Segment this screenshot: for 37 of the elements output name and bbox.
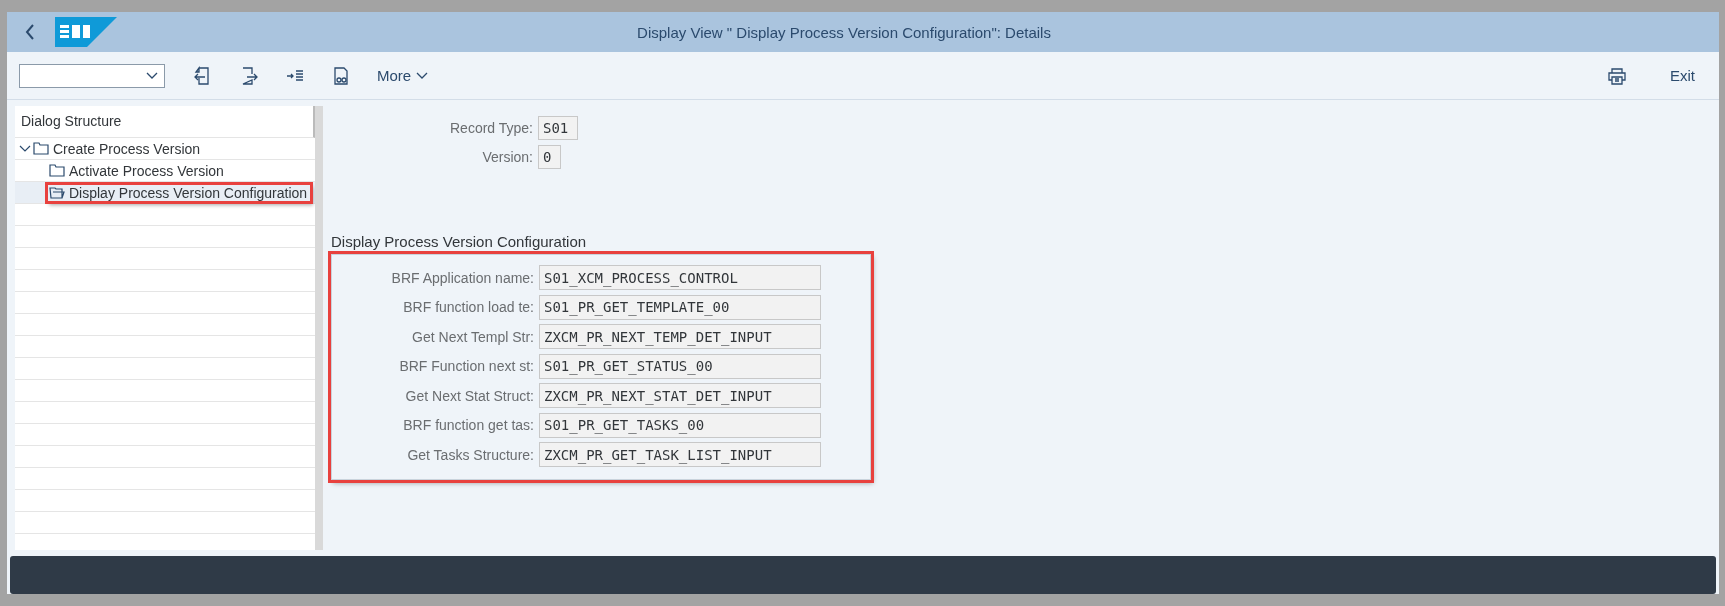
readonly-field[interactable]: S01 (538, 115, 578, 140)
readonly-field[interactable]: ZXCM_PR_NEXT_STAT_DET_INPUT (539, 383, 821, 409)
panel-title: Dialog Structure (15, 106, 315, 138)
folder-icon (33, 142, 49, 155)
field-label: BRF function get tas: (402, 417, 534, 434)
logo-icon (55, 17, 117, 47)
more-button[interactable]: More (371, 63, 435, 88)
field-label: Version: (481, 148, 533, 165)
field-label: Record Type: (449, 119, 533, 136)
caret-icon (146, 71, 158, 80)
readonly-field[interactable]: S01_PR_GET_TEMPLATE_00 (539, 294, 821, 320)
chevron-down-icon[interactable] (19, 143, 31, 154)
tree-item[interactable]: Create Process Version (31, 139, 205, 158)
window-title: Display View " Display Process Version Configuration": Details (636, 23, 1052, 41)
command-dropdown[interactable] (19, 63, 165, 88)
field-label: BRF function load te: (402, 299, 534, 316)
readonly-field[interactable]: ZXCM_PR_NEXT_TEMP_DET_INPUT (539, 324, 821, 350)
readonly-field[interactable]: 0 (538, 144, 561, 169)
field-label: Get Next Stat Struct: (404, 387, 534, 404)
readonly-field[interactable]: S01_XCM_PROCESS_CONTROL (539, 265, 821, 291)
chevron-left-icon (25, 24, 35, 40)
field-label: Get Tasks Structure: (406, 446, 534, 463)
tree-item[interactable]: Display Process Version Configuration (47, 183, 312, 202)
readonly-field[interactable]: ZXCM_PR_GET_TASK_LIST_INPUT (539, 442, 821, 468)
section-title: Display Process Version Configuration (331, 233, 588, 250)
printer-icon (1608, 66, 1626, 85)
field-label: BRF Function next st: (398, 358, 534, 375)
open-folder-icon (49, 186, 65, 199)
field-label: Get Next Templ Str: (411, 328, 534, 345)
readonly-field[interactable]: S01_PR_GET_TASKS_00 (539, 412, 821, 438)
document-glasses-icon (331, 65, 351, 86)
folder-icon (49, 164, 65, 177)
field-label: BRF Application name: (390, 269, 534, 286)
tree-item[interactable]: Activate Process Version (47, 161, 228, 180)
readonly-field[interactable]: S01_PR_GET_STATUS_00 (539, 353, 821, 379)
exit-button[interactable]: Exit (1664, 63, 1701, 88)
caret-icon (416, 71, 429, 80)
